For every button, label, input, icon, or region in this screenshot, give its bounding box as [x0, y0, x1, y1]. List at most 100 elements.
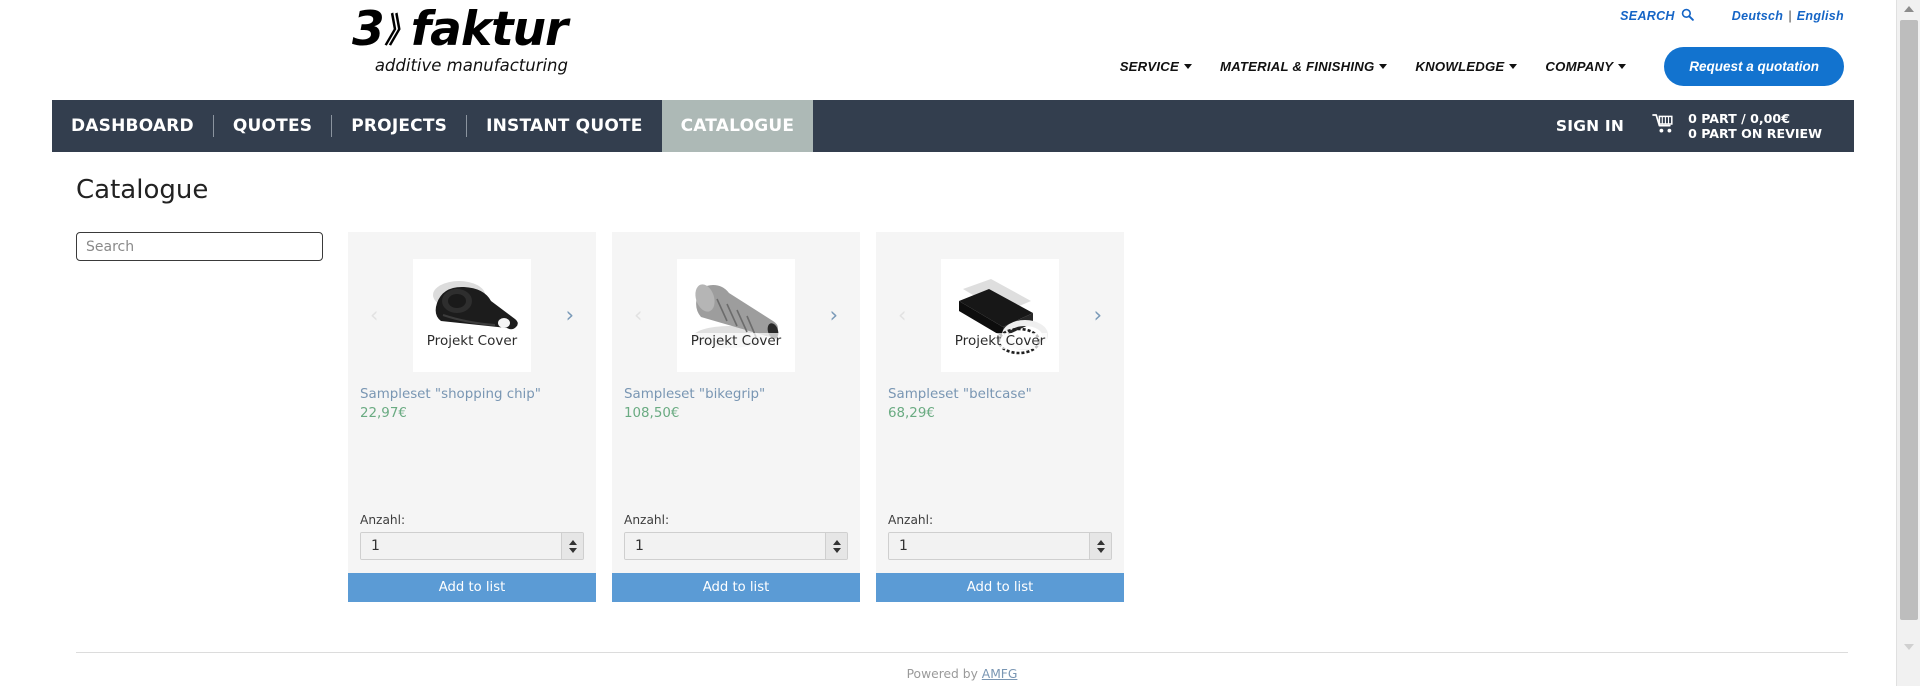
logo-tagline: additive manufacturing	[374, 56, 568, 75]
cart-text: 0 PART / 0,00€ 0 PART ON REVIEW	[1688, 111, 1822, 141]
nav-item-material-finishing[interactable]: MATERIAL & FINISHING	[1219, 59, 1388, 74]
quantity-input[interactable]	[361, 533, 561, 559]
utility-row: SEARCH Deutsch | English	[1620, 8, 1844, 24]
carousel-next-icon[interactable]: ›	[830, 304, 838, 326]
logo-wordmark: 3》faktur	[352, 5, 572, 59]
page-footer: Powered by AMFG	[76, 652, 1848, 683]
search-column	[76, 232, 348, 261]
product-price: 68,29€	[888, 406, 935, 421]
quantity-spinner[interactable]	[561, 533, 583, 559]
add-to-list-button[interactable]: Add to list	[612, 573, 860, 602]
nav-label: COMPANY	[1545, 59, 1614, 74]
search-input[interactable]	[76, 232, 323, 261]
carousel-next-icon[interactable]: ›	[566, 304, 574, 326]
quantity-spinner[interactable]	[1089, 533, 1111, 559]
search-toggle[interactable]: SEARCH	[1620, 8, 1694, 24]
card-spacer	[348, 421, 596, 513]
product-card: ‹ Projekt Cover	[612, 232, 860, 602]
footer-credit: Powered by AMFG	[907, 667, 1018, 681]
cart-parts-review: 0 PART ON REVIEW	[1688, 126, 1822, 141]
lang-en-link[interactable]: English	[1797, 9, 1844, 23]
spinner-down-icon[interactable]	[1096, 547, 1105, 553]
quantity-spinner[interactable]	[825, 533, 847, 559]
card-spacer	[876, 421, 1124, 513]
catalogue-layout: ‹ Projekt Cover	[0, 232, 1920, 602]
thumbnail-label: Projekt Cover	[688, 333, 784, 349]
tab-instant-quote[interactable]: INSTANT QUOTE	[467, 100, 662, 152]
nav-label: KNOWLEDGE	[1415, 59, 1505, 74]
product-title[interactable]: Sampleset "bikegrip"	[624, 387, 860, 402]
carousel-next-icon[interactable]: ›	[1094, 304, 1102, 326]
scrollbar-up-icon[interactable]	[1897, 0, 1920, 18]
product-carousel: ‹ Projekt Cover ›	[348, 258, 596, 372]
add-to-list-button[interactable]: Add to list	[876, 573, 1124, 602]
quantity-stepper	[888, 532, 1112, 560]
nav-item-service[interactable]: SERVICE	[1120, 59, 1192, 74]
product-carousel: ‹ Projekt Cover ›	[612, 258, 860, 372]
nav-item-knowledge[interactable]: KNOWLEDGE	[1415, 59, 1518, 74]
tab-quotes[interactable]: QUOTES	[214, 100, 331, 152]
product-card: ‹ Projekt Cover	[348, 232, 596, 602]
product-card: ‹ Projekt Cover	[876, 232, 1124, 602]
spinner-down-icon[interactable]	[832, 547, 841, 553]
logo-numeral: 3	[352, 2, 385, 57]
carousel-prev-icon[interactable]: ‹	[898, 304, 906, 326]
quantity-input[interactable]	[889, 533, 1089, 559]
site-header: 3》faktur additive manufacturing SEARCH D…	[0, 0, 1920, 100]
lang-de-link[interactable]: Deutsch	[1732, 9, 1783, 23]
quantity-stepper	[360, 532, 584, 560]
chevron-down-icon	[1379, 64, 1388, 69]
carousel-prev-icon[interactable]: ‹	[370, 304, 378, 326]
search-icon	[1681, 8, 1694, 24]
chevron-down-icon	[1509, 64, 1518, 69]
spinner-up-icon[interactable]	[832, 539, 841, 545]
sign-in-button[interactable]: SIGN IN	[1556, 117, 1624, 135]
nav-label: SERVICE	[1119, 59, 1179, 74]
scrollbar-down-icon[interactable]	[1897, 638, 1920, 656]
logo-wave-icon: 》	[384, 11, 412, 51]
quantity-label: Anzahl:	[624, 513, 670, 527]
search-label: SEARCH	[1620, 9, 1675, 23]
quantity-stepper	[624, 532, 848, 560]
catalogue-page: 3》faktur additive manufacturing SEARCH D…	[0, 0, 1920, 686]
add-to-list-button[interactable]: Add to list	[348, 573, 596, 602]
tab-catalogue[interactable]: CATALOGUE	[661, 100, 814, 152]
product-price: 108,50€	[624, 406, 680, 421]
thumbnail-label: Projekt Cover	[952, 333, 1048, 349]
spinner-up-icon[interactable]	[1096, 539, 1105, 545]
carousel-prev-icon[interactable]: ‹	[634, 304, 642, 326]
shopping-cart-icon	[1652, 113, 1676, 139]
site-logo[interactable]: 3》faktur additive manufacturing	[352, 5, 572, 77]
nav-label: MATERIAL & FINISHING	[1219, 59, 1375, 74]
scrollbar-thumb[interactable]	[1900, 20, 1918, 620]
language-switcher: Deutsch | English	[1732, 9, 1844, 23]
thumbnail-label: Projekt Cover	[424, 333, 520, 349]
amfg-link[interactable]: AMFG	[982, 667, 1018, 681]
primary-nav: SERVICE MATERIAL & FINISHING KNOWLEDGE C…	[1120, 47, 1844, 86]
product-carousel: ‹ Projekt Cover ›	[876, 258, 1124, 372]
powered-by-label: Powered by	[906, 667, 978, 681]
product-grid: ‹ Projekt Cover › Sampleset "shopping ch…	[348, 232, 1124, 602]
app-navigation-bar: DASHBOARD QUOTES PROJECTS INSTANT QUOTE …	[52, 100, 1854, 152]
product-title[interactable]: Sampleset "shopping chip"	[360, 387, 596, 402]
card-spacer	[612, 421, 860, 513]
nav-item-company[interactable]: COMPANY	[1545, 59, 1627, 74]
product-title[interactable]: Sampleset "beltcase"	[888, 387, 1124, 402]
cart-summary[interactable]: 0 PART / 0,00€ 0 PART ON REVIEW	[1652, 111, 1822, 141]
page-title: Catalogue	[76, 175, 209, 205]
request-quotation-button[interactable]: Request a quotation	[1664, 47, 1844, 86]
product-thumbnail[interactable]: Projekt Cover	[413, 258, 531, 372]
chevron-down-icon	[1618, 64, 1627, 69]
cart-parts-total: 0 PART / 0,00€	[1688, 111, 1790, 126]
lang-separator: |	[1788, 9, 1792, 23]
tab-dashboard[interactable]: DASHBOARD	[52, 100, 213, 152]
product-thumbnail[interactable]: Projekt Cover	[677, 258, 795, 372]
quantity-input[interactable]	[625, 533, 825, 559]
browser-scrollbar[interactable]	[1896, 0, 1920, 686]
spinner-up-icon[interactable]	[568, 539, 577, 545]
spinner-down-icon[interactable]	[568, 547, 577, 553]
chevron-down-icon	[1183, 64, 1192, 69]
product-price: 22,97€	[360, 406, 407, 421]
tab-projects[interactable]: PROJECTS	[332, 100, 466, 152]
product-thumbnail[interactable]: Projekt Cover	[941, 258, 1059, 372]
